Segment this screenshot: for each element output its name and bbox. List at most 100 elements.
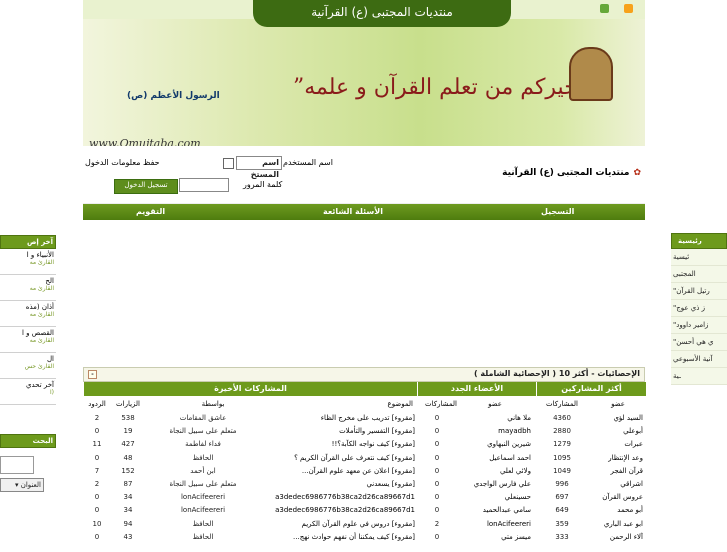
left-item-title: الح <box>45 277 54 285</box>
new-member-name[interactable]: سامي عبدالحميد <box>465 504 531 517</box>
site-title[interactable]: ✿منتديات المجتبى (ع) القرآنية <box>502 168 641 178</box>
recent-post-author[interactable]: عاشق المقامات <box>153 412 253 425</box>
left-search-select[interactable]: العنوان ▾ <box>0 478 44 492</box>
recent-post-author[interactable]: فداء لفاطمة <box>153 438 253 451</box>
table-row: وعد الإنتظار 1095 احمد اسماعيل 0 [مقروء] كيف… <box>83 452 645 465</box>
chevron-down-icon: ▾ <box>14 481 19 489</box>
recent-post-views: 19 <box>123 427 133 436</box>
new-member-name[interactable]: احمد اسماعيل <box>465 452 531 465</box>
chat-icon[interactable] <box>600 4 609 13</box>
left-panel-item[interactable]: ال القارئ حس <box>0 353 56 379</box>
recent-post-replies: 11 <box>92 440 102 449</box>
new-member-name[interactable]: ميسز متي <box>465 531 531 544</box>
top-poster-posts: 2880 <box>553 427 571 436</box>
recent-post-author[interactable]: lonAcifeereri <box>153 504 253 517</box>
sub-views: الزيارات <box>116 400 140 408</box>
recent-topic-link[interactable]: [مقروء] كيف نتعرف على القرآن الكريم ؟ <box>243 452 415 465</box>
sub-posts-1: المشاركات <box>546 400 578 408</box>
right-panel-item[interactable]: المجتبى <box>671 266 727 283</box>
left-item-sub: القارئ مه <box>29 259 54 266</box>
recent-post-replies: 0 <box>94 453 100 462</box>
nav-faq[interactable]: الأسئلة الشائعة <box>323 207 383 216</box>
recent-topic-link[interactable]: [مقروء] التفسير والتأملات <box>243 425 415 438</box>
top-poster-posts: 4360 <box>553 414 571 422</box>
new-member-name[interactable]: mayadbh <box>465 425 531 438</box>
left-item-title: القصص و ا <box>21 329 54 337</box>
recent-topic-link[interactable]: a3dedec6986776b38ca2d26ca89667d1 <box>243 491 415 504</box>
username-input[interactable]: اسم المستخ <box>236 156 282 179</box>
new-member-posts: 0 <box>434 440 440 449</box>
new-member-name[interactable]: علي فارس الواجدي <box>465 478 531 491</box>
recent-topic-link[interactable]: a3dedec6986776b38ca2d26ca89667d1 <box>243 504 415 517</box>
left-search-input[interactable] <box>0 456 34 474</box>
new-member-posts: 0 <box>434 466 440 475</box>
new-member-name[interactable]: ملا هاني <box>465 412 531 425</box>
recent-post-author[interactable]: الحافظ <box>153 518 253 531</box>
hadith-attribution: الرسول الأعظم (ص) <box>127 91 220 101</box>
stats-title: الإحصائيات - أكثر 10 ( الإحصائية الشاملة… <box>473 369 640 378</box>
recent-topic-link[interactable]: [مقروء] يسعدني <box>243 478 415 491</box>
recent-topic-link[interactable]: [مقروء] تدريب على مخرج الظاء <box>243 412 415 425</box>
recent-post-author[interactable]: متعلم على سبيل النجاة <box>153 425 253 438</box>
new-member-posts: 2 <box>434 519 440 528</box>
recent-post-author[interactable]: lonAcifeereri <box>153 491 253 504</box>
login-button[interactable]: تسجيل الدخول <box>114 179 178 194</box>
top-poster-posts: 1279 <box>553 440 571 449</box>
remember-checkbox[interactable] <box>223 158 234 169</box>
password-input[interactable] <box>179 178 229 192</box>
recent-topic-link[interactable]: [مقروء] اعلان عن معهد علوم القرآن... <box>243 465 415 478</box>
recent-post-replies: 10 <box>92 519 102 528</box>
top-poster-posts: 333 <box>555 532 569 541</box>
recent-post-views: 538 <box>121 414 135 422</box>
table-row: أبو محمد 649 سامي عبدالحميد 0 a3dedec6986776… <box>83 504 645 517</box>
right-main-panel: رئيسية ئيسية المجتبى رتيل القرآن" ز ذي عوج"… <box>671 233 727 385</box>
left-panel-item[interactable]: القصص و ا القارئ مه <box>0 327 56 353</box>
left-panel-item[interactable]: الح القارئ مه <box>0 275 56 301</box>
recent-post-author[interactable]: ابن أحمد <box>153 465 253 478</box>
recent-post-views: 34 <box>123 506 133 515</box>
left-item-title: أذان (مذه <box>25 303 54 311</box>
table-row: ابو عبد الباري 359 lonAcifeereri 2 [مقروء] د… <box>83 518 645 531</box>
right-panel-item[interactable]: رتيل القرآن" <box>671 283 727 300</box>
right-panel-header: رئيسية <box>671 233 727 249</box>
banner-image: “خيركم من تعلم القرآن و علمه” الرسول الأ… <box>83 19 645 146</box>
kaaba-emblem-icon <box>569 47 613 101</box>
home-icon[interactable] <box>624 4 633 13</box>
recent-post-author[interactable]: الحافظ <box>153 452 253 465</box>
new-member-name[interactable]: lonAcifeereri <box>465 518 531 531</box>
recent-post-replies: 0 <box>94 532 100 541</box>
new-member-posts: 0 <box>434 532 440 541</box>
recent-post-views: 87 <box>123 480 133 488</box>
left-item-sub: القارئ مه <box>29 337 54 344</box>
new-member-posts: 0 <box>434 506 440 515</box>
username-label: اسم المستخدم <box>283 158 333 167</box>
sub-member-2: عضو <box>488 400 502 408</box>
left-search-select-value: العنوان <box>20 481 41 489</box>
top-poster-posts: 1095 <box>553 453 571 462</box>
recent-topic-link[interactable]: [مقروء] دروس في علوم القرآن الكريم <box>243 518 415 531</box>
recent-post-author[interactable]: متعلم على سبيل النجاة <box>153 478 253 491</box>
table-row: السيد لؤي 4360 ملا هاني 0 [مقروء] تدريب على … <box>83 412 645 425</box>
left-panel-item[interactable]: الأنبياء و ا القارئ مه <box>0 249 56 275</box>
nav-calendar[interactable]: التقويم <box>136 207 165 216</box>
right-panel-item[interactable]: ز ذي عوج" <box>671 300 727 317</box>
recent-topic-link[interactable]: [مقروء] كيف يمكننا أن نفهم حوادث نهج... <box>243 531 415 544</box>
nav-register[interactable]: التسجيل <box>541 207 574 216</box>
collapse-toggle-icon[interactable]: - <box>88 370 97 379</box>
new-member-name[interactable]: ولائي لعلي <box>465 465 531 478</box>
sub-topic: الموضوع <box>387 400 413 408</box>
right-panel-item[interactable]: ـية <box>671 368 727 385</box>
left-panel-item[interactable]: أذان (مذه القارئ مه <box>0 301 56 327</box>
main-column: منتديات المجتبى (ع) القرآنية “خيركم من ت… <box>83 0 646 552</box>
recent-post-author[interactable]: الحافظ <box>153 531 253 544</box>
left-item-sub: القارئ مه <box>29 285 54 292</box>
stats-header: الإحصائيات - أكثر 10 ( الإحصائية الشاملة… <box>83 367 645 382</box>
new-member-name[interactable]: حسينعلي <box>465 491 531 504</box>
right-panel-item[interactable]: زامير داوود" <box>671 317 727 334</box>
recent-topic-link[interactable]: [مقروء] كيف نواجه الكآبة؟!! <box>243 438 415 451</box>
new-member-name[interactable]: شيرين النبهاوي <box>465 438 531 451</box>
right-panel-item[interactable]: ئيسية <box>671 249 727 266</box>
right-panel-item[interactable]: آنية الأسبوعي <box>671 351 727 368</box>
right-panel-item[interactable]: ي هي أحسن" <box>671 334 727 351</box>
left-panel-item[interactable]: آخر تحدي (ا <box>0 379 56 405</box>
